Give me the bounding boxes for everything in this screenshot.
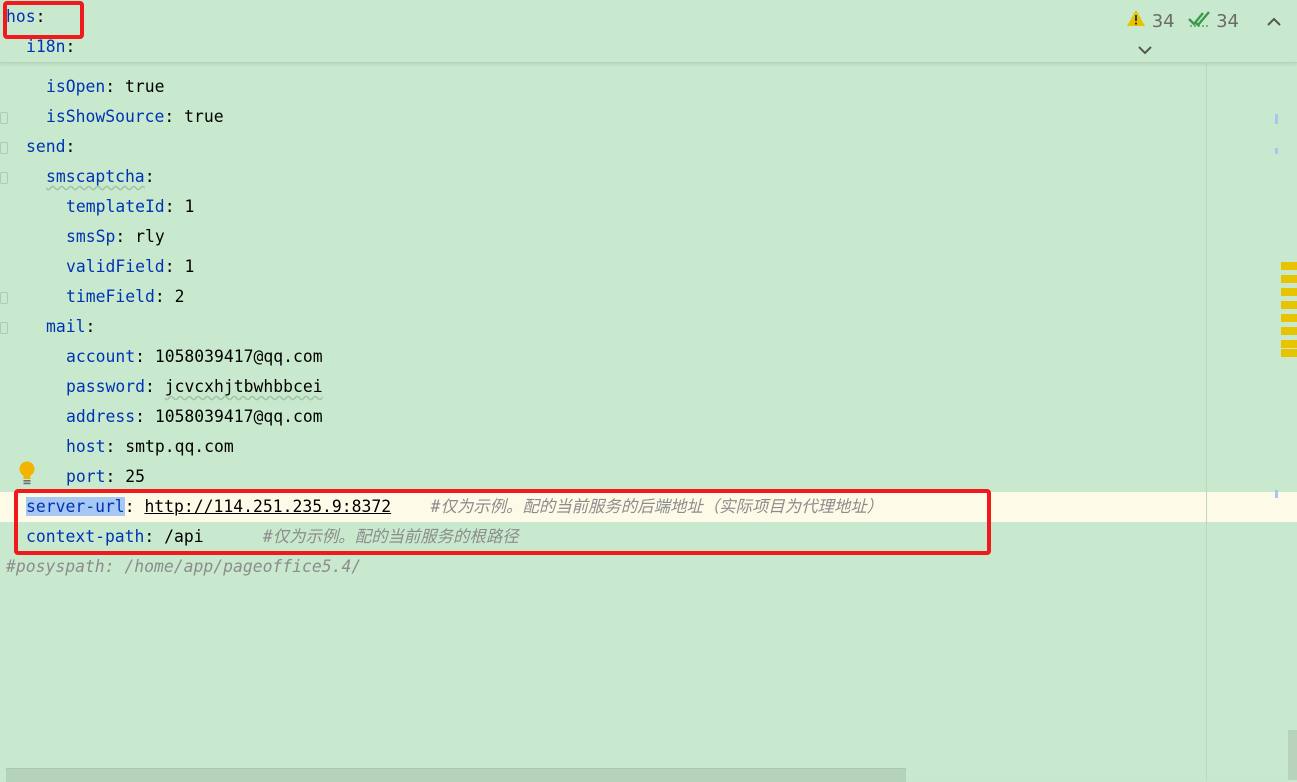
code-line-address[interactable]: address: 1058039417@qq.com [66,402,323,432]
right-margin-guide [1206,62,1207,781]
fold-marker[interactable] [0,112,8,124]
code-editor[interactable]: isOpen: true isShowSource: true send: sm… [0,0,1297,782]
code-line-timeField[interactable]: timeField: 2 [66,282,184,312]
fold-marker[interactable] [0,142,8,154]
yaml-key: isShowSource [46,107,165,126]
yaml-value: 1 [184,197,195,216]
chevron-down-icon[interactable] [1138,36,1152,64]
double-check-icon [1188,8,1211,36]
fold-marker[interactable] [0,322,8,334]
yaml-key: port [66,467,106,486]
yaml-value: jcvcxhjtbwhbbcei [164,377,323,396]
warning-stripe-marker[interactable] [1281,262,1297,270]
yaml-key: mail [46,317,86,336]
yaml-key: host [66,437,106,456]
chevron-up-icon[interactable] [1267,8,1281,36]
fold-marker[interactable] [0,172,8,184]
yaml-value: 1 [184,257,195,276]
code-line-posyspath-comment[interactable]: #posyspath: /home/app/pageoffice5.4/ [6,552,361,582]
code-line-smscaptcha[interactable]: smscaptcha: [46,162,155,192]
yaml-value: 25 [125,467,145,486]
yaml-key: send [26,137,66,156]
yaml-key: i18n [26,37,66,56]
code-line-isOpen[interactable]: isOpen: true [46,72,164,102]
code-line-password[interactable]: password: jcvcxhjtbwhbbcei [66,372,323,402]
warning-stripe-marker[interactable] [1281,327,1297,335]
yaml-value: 1058039417@qq.com [154,407,323,426]
horizontal-scrollbar[interactable] [6,768,906,782]
code-line-isShowSource[interactable]: isShowSource: true [46,102,224,132]
code-line-validField[interactable]: validField: 1 [66,252,194,282]
code-line-send[interactable]: send: [26,132,75,162]
highlight-box-hos [3,1,84,39]
code-line-account[interactable]: account: 1058039417@qq.com [66,342,323,372]
yaml-key: isOpen [46,77,106,96]
scrollbar-marker[interactable] [1275,148,1278,154]
yaml-value: smtp.qq.com [125,437,234,456]
vertical-scrollbar-thumb[interactable] [1288,730,1297,780]
yaml-value: rly [135,227,165,246]
inspection-widget[interactable]: 34 34 [1126,8,1297,55]
yaml-key: validField [66,257,165,276]
yaml-key: templateId [66,197,165,216]
warning-stripe-marker[interactable] [1281,288,1297,296]
yaml-comment: #posyspath: /home/app/pageoffice5.4/ [6,557,362,576]
yaml-key: password [66,377,145,396]
warning-stripe-marker[interactable] [1281,301,1297,309]
checks-count: 34 [1216,11,1240,32]
warning-stripe-marker[interactable] [1281,340,1297,348]
sticky-scroll-header: hos: i18n: [0,0,1297,63]
yaml-key: address [66,407,136,426]
highlight-box-server-settings [14,489,991,555]
yaml-key: smscaptcha [46,167,145,186]
code-line-host[interactable]: host: smtp.qq.com [66,432,234,462]
warning-stripe-marker[interactable] [1281,275,1297,283]
yaml-value: 2 [174,287,185,306]
yaml-value: true [184,107,224,126]
scrollbar-marker[interactable] [1275,490,1278,498]
code-line-port[interactable]: port: 25 [66,462,145,492]
fold-marker[interactable] [0,292,8,304]
yaml-key: smsSp [66,227,116,246]
scrollbar-marker[interactable] [1275,114,1278,124]
yaml-key: timeField [66,287,155,306]
yaml-key: account [66,347,136,366]
warning-icon [1126,8,1146,36]
warning-stripe-marker[interactable] [1281,349,1297,357]
warning-stripe-marker[interactable] [1281,314,1297,322]
yaml-value: 1058039417@qq.com [154,347,323,366]
warnings-count: 34 [1151,11,1175,32]
lightbulb-icon[interactable] [18,460,36,486]
yaml-value: true [124,77,165,96]
code-line-templateId[interactable]: templateId: 1 [66,192,194,222]
code-line-smsSp[interactable]: smsSp: rly [66,222,165,252]
code-line-mail[interactable]: mail: [46,312,95,342]
